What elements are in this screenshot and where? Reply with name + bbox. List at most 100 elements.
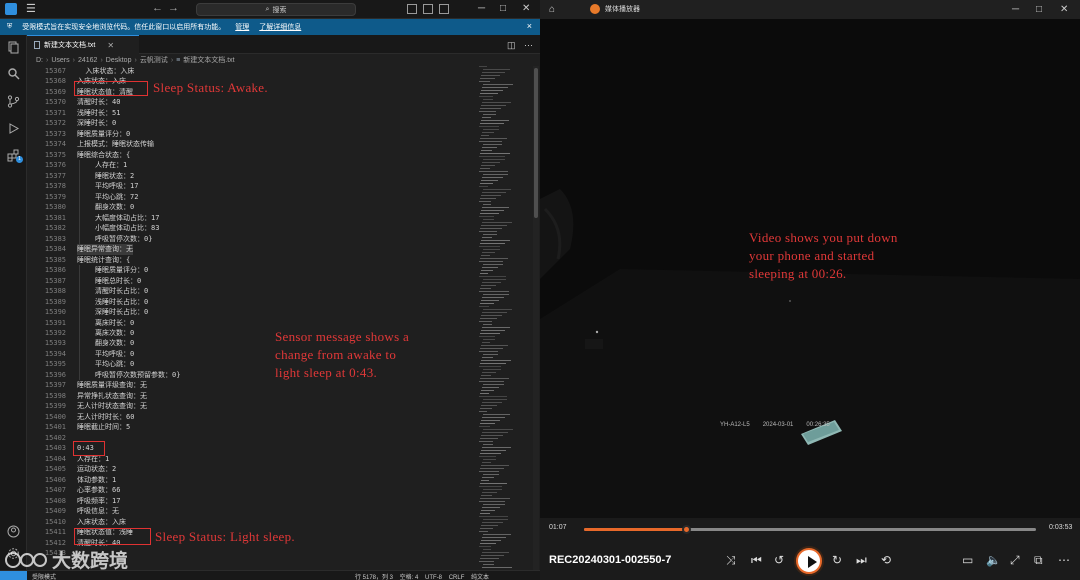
minimize-icon[interactable]: ─ (478, 2, 485, 16)
back-arrow-icon[interactable]: ← (152, 2, 163, 15)
cursor-position-status[interactable]: 行 5178，列 3 空格: 4 UTF-8 CRLF 纯文本 (355, 572, 489, 580)
layout-sidebar-icon[interactable] (423, 4, 433, 14)
code-line[interactable]: 15372 深睡时长：0 (27, 118, 497, 128)
breadcrumb-item[interactable]: 云帆测试 (140, 55, 168, 65)
code-line[interactable]: 15395 平均心跳：0 (27, 359, 497, 370)
line-number: 15408 (44, 496, 66, 505)
seek-thumb[interactable] (682, 525, 692, 534)
layout-panel-icon[interactable] (407, 4, 417, 14)
line-text: 异常挣扎状态查询：无 (77, 391, 147, 400)
code-line[interactable]: 15374 上报模式：睡眠状态传输 (27, 139, 497, 149)
code-line[interactable]: 15398 异常挣扎状态查询：无 (27, 391, 497, 401)
line-text: 睡眠异常查询：无 (77, 244, 133, 255)
code-line[interactable]: 15400 无人计时时长：60 (27, 412, 497, 422)
menu-icon[interactable]: ☰ (26, 3, 36, 15)
layout-secondary-icon[interactable] (439, 4, 449, 14)
code-line[interactable]: 15406 体动参数：1 (27, 475, 497, 485)
code-line[interactable]: 15409 呼吸信息：无 (27, 506, 497, 516)
indent-guide (79, 212, 80, 224)
code-editor[interactable]: 15367 入床状态：入床 15368 入床状态：入床 15369 睡眠状态值：清醒 15… (27, 66, 532, 570)
close-window-icon[interactable]: ✕ (522, 2, 530, 16)
code-line[interactable]: 15388 清醒时长占比：0 (27, 286, 497, 297)
run-debug-icon[interactable] (7, 122, 20, 135)
indent-guide (79, 296, 80, 308)
account-icon[interactable] (7, 525, 20, 538)
repeat-off-icon[interactable]: ⟲ (881, 552, 891, 568)
learn-more-link[interactable]: 了解详细信息 (259, 22, 301, 32)
breadcrumb-item[interactable]: 新建文本文档.txt (183, 55, 234, 65)
code-line[interactable]: 15401 睡眠截止时间：5 (27, 422, 497, 432)
scrollbar-thumb[interactable] (534, 68, 538, 218)
more-actions-icon[interactable]: ⋯ (524, 38, 533, 52)
home-icon[interactable]: ⌂ (549, 3, 555, 17)
fullscreen-icon[interactable]: ⤢ (1010, 552, 1020, 568)
manage-link[interactable]: 管理 (235, 22, 249, 32)
subtitles-icon[interactable]: ▭ (962, 552, 973, 568)
code-line[interactable]: 15399 无人计时状态查询：无 (27, 401, 497, 411)
banner-close-icon[interactable]: × (527, 21, 532, 31)
code-line[interactable]: 15394 平均呼吸：0 (27, 348, 497, 360)
code-line[interactable]: 15381 大幅度体动占比：17 (27, 212, 497, 224)
source-control-icon[interactable] (7, 95, 20, 108)
maximize-icon[interactable]: □ (1036, 3, 1042, 17)
code-line[interactable]: 15391 离床时长：0 (27, 317, 497, 328)
mini-view-icon[interactable]: ⧉ (1034, 552, 1043, 568)
next-icon[interactable]: ⏭ (856, 552, 867, 568)
breadcrumb-item[interactable]: D: (36, 57, 43, 64)
split-editor-icon[interactable]: ◫ (507, 38, 516, 52)
restricted-mode-status[interactable]: 受限模式 (32, 572, 56, 580)
forward-arrow-icon[interactable]: → (168, 2, 179, 15)
close-window-icon[interactable]: ✕ (1060, 3, 1068, 17)
forward-30-icon[interactable]: ↻ (832, 552, 842, 568)
code-line[interactable]: 15380 翻身次数：0 (27, 202, 497, 213)
code-line[interactable]: 15397 睡眠质量评级查询：无 (27, 380, 497, 390)
code-line[interactable]: 15379 平均心跳：72 (27, 191, 497, 203)
code-line[interactable]: 15383 呼吸暂停次数：0} (27, 233, 497, 245)
tab-close-icon[interactable]: ✕ (107, 41, 114, 50)
seek-bar[interactable] (584, 525, 1036, 534)
code-line[interactable]: 15392 离床次数：0 (27, 328, 497, 339)
code-line[interactable]: 15387 睡眠总时长：0 (27, 275, 497, 287)
code-line[interactable]: 15390 深睡时长占比：0 (27, 307, 497, 318)
code-line[interactable]: 15405 运动状态：2 (27, 464, 497, 474)
line-text: 上报模式：睡眠状态传输 (77, 140, 154, 149)
code-line[interactable]: 15377 睡眠状态：2 (27, 170, 497, 182)
code-line[interactable]: 15385 睡眠统计查询：{ (27, 255, 497, 265)
code-line[interactable]: 15382 小幅度体动占比：83 (27, 223, 497, 234)
code-line[interactable]: 15384 睡眠异常查询：无 (27, 244, 497, 255)
code-line[interactable]: 15410 入床状态：入床 (27, 517, 497, 527)
line-text: 睡眠统计查询：{ (77, 255, 131, 264)
code-line[interactable]: 15389 浅睡时长占比：0 (27, 296, 497, 308)
line-text: 无人计时状态查询：无 (77, 402, 147, 411)
code-line[interactable]: 15371 浅睡时长：51 (27, 108, 497, 118)
search-icon[interactable] (7, 67, 20, 80)
code-line[interactable]: 15375 睡眠综合状态：{ (27, 150, 497, 160)
tab-new-text-file[interactable]: 新建文本文档.txt ✕ (27, 35, 139, 54)
play-button[interactable] (796, 548, 822, 574)
code-line[interactable]: 15367 入床状态：入床 (27, 66, 497, 76)
code-line[interactable]: 15386 睡眠质量评分：0 (27, 265, 497, 276)
code-line[interactable]: 15373 睡眠质量评分：0 (27, 129, 497, 139)
previous-icon[interactable]: ⏮ (751, 552, 762, 568)
rewind-10-icon[interactable]: ↺ (774, 552, 784, 568)
code-line[interactable]: 15407 心率参数：66 (27, 485, 497, 495)
code-line[interactable]: 15378 平均呼吸：17 (27, 181, 497, 192)
breadcrumb-item[interactable]: Users (51, 57, 69, 64)
minimize-icon[interactable]: ─ (1012, 3, 1019, 17)
breadcrumb-item[interactable]: Desktop (106, 57, 132, 64)
line-number: 15410 (44, 517, 66, 526)
code-line[interactable]: 15393 翻身次数：0 (27, 338, 497, 349)
shuffle-icon[interactable]: ⤨ (726, 552, 736, 568)
code-line[interactable]: 15370 清醒时长：40 (27, 97, 497, 107)
line-number: 15384 (44, 245, 66, 254)
command-center-search[interactable]: ⌕ 搜索 (196, 3, 356, 16)
more-options-icon[interactable]: ⋯ (1058, 552, 1070, 568)
indent-guide (79, 328, 80, 339)
explorer-icon[interactable] (7, 41, 20, 54)
volume-icon[interactable]: 🔈 (986, 552, 1001, 568)
code-line[interactable]: 15396 呼吸暂停次数预留参数：0} (27, 369, 497, 381)
code-line[interactable]: 15376 人存在：1 (27, 160, 497, 171)
maximize-icon[interactable]: □ (500, 2, 506, 16)
breadcrumb-item[interactable]: 24162 (78, 57, 97, 64)
code-line[interactable]: 15408 呼吸频率：17 (27, 496, 497, 506)
